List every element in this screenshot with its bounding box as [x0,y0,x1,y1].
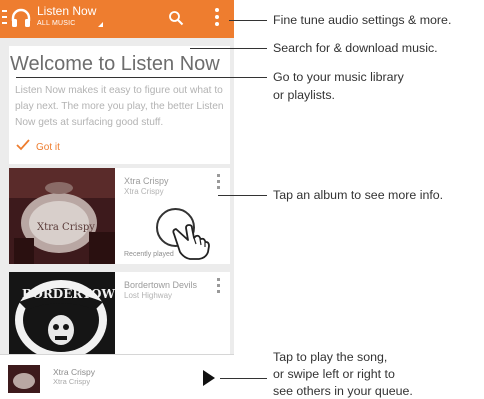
callout-line [229,20,267,21]
phone-screen: Listen Now ALL MUSIC Welcome to Listen N… [0,0,234,398]
callout-search: Search for & download music. [273,41,438,55]
app-bar: Listen Now ALL MUSIC [0,0,234,38]
overflow-menu-icon[interactable] [214,8,220,30]
callout-play-1: Tap to play the song, [273,350,388,364]
album-title: Bordertown Devils [124,280,198,290]
now-playing-title: Xtra Crispy [53,367,96,377]
album-art-image: Xtra Crispy [9,168,115,264]
headphones-icon[interactable] [10,7,32,29]
dropdown-icon[interactable] [98,22,103,27]
welcome-body: Listen Now makes it easy to figure out w… [15,85,224,128]
got-it-button[interactable]: Got it [36,142,60,153]
now-playing-thumbnail[interactable] [8,365,40,393]
callout-library-1: Go to your music library [273,70,404,84]
now-playing-artist: Xtra Crispy [53,377,91,386]
menu-icon[interactable] [2,10,7,26]
card-overflow-icon[interactable] [217,278,220,294]
card-overflow-icon[interactable] [217,174,220,190]
page-title[interactable]: Listen Now [37,4,96,18]
callout-play-3: see others in your queue. [273,384,413,398]
check-icon[interactable] [16,139,30,151]
album-title: Xtra Crispy [124,176,169,186]
callout-album: Tap an album to see more info. [273,188,444,202]
play-icon[interactable] [203,370,215,386]
callout-line [190,48,267,49]
tap-hand-icon [172,224,210,260]
album-artist: Lost Highway [124,291,173,300]
now-playing-art [8,365,40,393]
album-artist: Xtra Crispy [124,187,164,196]
callout-line [220,378,267,379]
album-art[interactable]: Xtra Crispy [9,168,115,264]
album-art-text: Xtra Crispy [37,222,95,233]
library-filter[interactable]: ALL MUSIC [37,20,76,27]
callout-line [16,77,267,78]
callout-settings: Fine tune audio settings & more. [273,13,452,27]
search-icon[interactable] [168,10,184,26]
callout-line [218,195,267,196]
callout-library-2: or playlists. [273,88,335,102]
welcome-card: Welcome to Listen Now Listen Now makes i… [9,46,230,164]
callout-play-2: or swipe left or right to [273,367,395,381]
album-art-text: BORDERTOWN [22,287,115,301]
album-card[interactable]: Xtra Crispy Xtra Crispy Xtra Crispy Rece… [9,168,230,264]
now-playing-bar[interactable]: Xtra Crispy Xtra Crispy [0,354,234,398]
welcome-heading: Welcome to Listen Now [10,53,220,75]
